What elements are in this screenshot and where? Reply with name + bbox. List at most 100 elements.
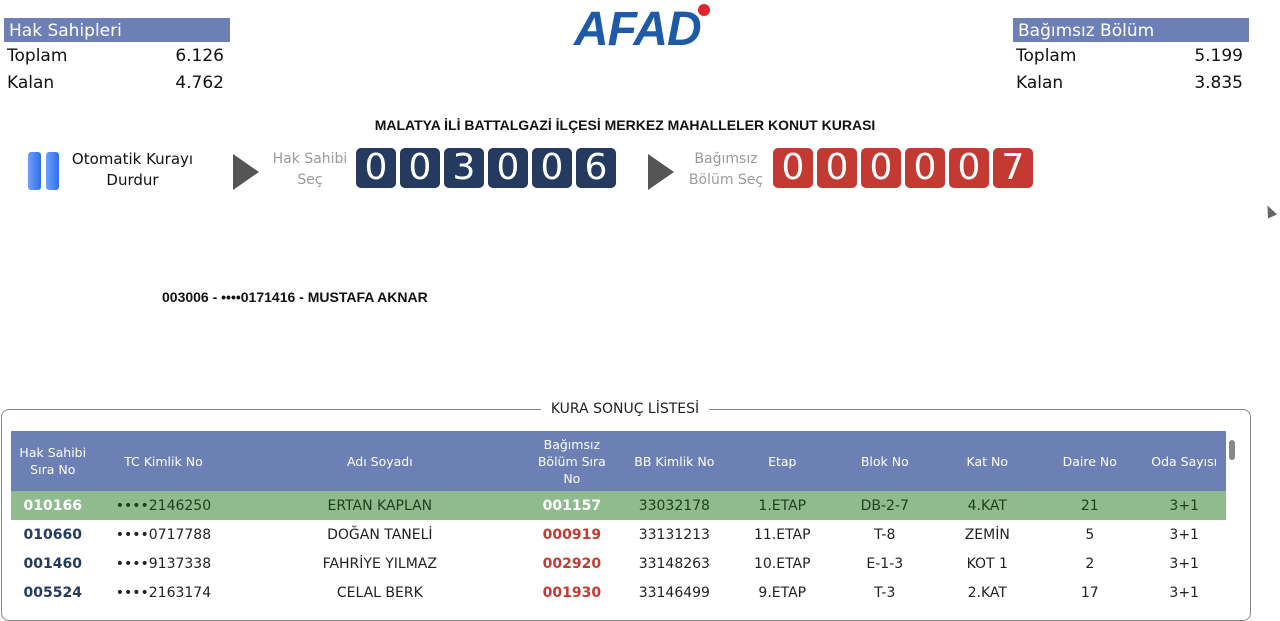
header-etap: Etap bbox=[732, 431, 833, 491]
header-hak-sira: Hak Sahibi Sıra No bbox=[11, 431, 95, 491]
table-row[interactable]: 001460 ••••9137338 FAHRİYE YILMAZ 002920… bbox=[11, 549, 1226, 578]
cell-etap: 9.ETAP bbox=[758, 584, 807, 601]
turkish-flag-icon bbox=[698, 4, 710, 16]
header-tc: TC Kimlik No bbox=[94, 431, 233, 491]
counter-digit: 0 bbox=[356, 148, 396, 188]
cell-oda: 3+1 bbox=[1169, 555, 1199, 572]
cell-kat: 2.KAT bbox=[967, 584, 1007, 601]
cell-hak-sira: 001460 bbox=[23, 555, 82, 572]
counter-digit: 3 bbox=[444, 148, 484, 188]
cell-blok: DB-2-7 bbox=[832, 491, 938, 520]
counter-digit: 6 bbox=[576, 148, 616, 188]
cell-etap: 10.ETAP bbox=[753, 555, 811, 572]
selected-beneficiary: 003006 - ••••0171416 - MUSTAFA AKNAR bbox=[162, 289, 428, 305]
hak-sahipleri-toplam-label: Toplam bbox=[7, 46, 68, 66]
cell-bb: 33146499 bbox=[638, 584, 710, 601]
cell-blok: T-3 bbox=[874, 584, 896, 601]
cell-bolum-sira: 000919 bbox=[542, 526, 602, 543]
cell-blok: E-1-3 bbox=[866, 555, 904, 572]
hak-sahibi-sec-button[interactable]: Hak Sahibi Seç bbox=[270, 149, 350, 191]
pause-icon-bar-right bbox=[46, 152, 59, 190]
hak-sahipleri-toplam-value: 6.126 bbox=[175, 46, 224, 66]
cell-bolum-sira: 001930 bbox=[542, 584, 602, 601]
counter-digit: 0 bbox=[817, 148, 857, 188]
cell-bolum-sira: 002920 bbox=[542, 555, 602, 572]
bagimsiz-bolum-title: Bağımsız Bölüm bbox=[1013, 18, 1249, 42]
hak-sahipleri-kalan-label: Kalan bbox=[7, 73, 55, 93]
mouse-cursor-icon bbox=[1262, 203, 1278, 219]
cell-bb: 33148263 bbox=[638, 555, 710, 572]
results-legend-text: KURA SONUÇ LİSTESİ bbox=[540, 401, 710, 417]
table-row[interactable]: 010166 ••••2146250 ERTAN KAPLAN 001157 3… bbox=[11, 491, 1226, 520]
table-header-row: Hak Sahibi Sıra No TC Kimlik No Adı Soya… bbox=[11, 431, 1226, 491]
bagimsiz-bolum-toplam-row: Toplam 5.199 bbox=[1013, 42, 1249, 69]
cell-daire: 21 bbox=[1037, 491, 1143, 520]
auto-draw-label[interactable]: Otomatik Kurayı Durdur bbox=[70, 149, 195, 191]
cell-tc: ••••2163174 bbox=[115, 584, 212, 601]
counter-digit: 0 bbox=[861, 148, 901, 188]
results-table: Hak Sahibi Sıra No TC Kimlik No Adı Soya… bbox=[11, 431, 1226, 607]
cell-hak-sira: 005524 bbox=[23, 584, 82, 601]
header-ad: Adı Soyadı bbox=[232, 431, 528, 491]
counter-digit: 0 bbox=[400, 148, 440, 188]
counter-digit: 0 bbox=[949, 148, 989, 188]
bagimsiz-bolum-sec-button[interactable]: Bağımsız Bölüm Seç bbox=[685, 149, 767, 191]
cell-hak-sira: 010166 bbox=[11, 491, 95, 520]
cell-kat: KOT 1 bbox=[966, 555, 1008, 572]
cell-oda: 3+1 bbox=[1169, 584, 1199, 601]
cell-blok: T-8 bbox=[874, 526, 896, 543]
hak-sahipleri-kalan-value: 4.762 bbox=[175, 73, 224, 93]
header-daire: Daire No bbox=[1037, 431, 1143, 491]
hak-sahipleri-panel: Hak Sahipleri Toplam 6.126 Kalan 4.762 bbox=[4, 18, 230, 96]
cell-bb: 33131213 bbox=[638, 526, 710, 543]
header-oda: Oda Sayısı bbox=[1142, 431, 1226, 491]
cell-daire: 5 bbox=[1085, 526, 1095, 543]
cell-oda: 3+1 bbox=[1169, 526, 1199, 543]
bagimsiz-bolum-panel: Bağımsız Bölüm Toplam 5.199 Kalan 3.835 bbox=[1013, 18, 1249, 96]
afad-logo-text: AFAD bbox=[574, 3, 702, 56]
cell-kat: 4.KAT bbox=[937, 491, 1038, 520]
results-legend: KURA SONUÇ LİSTESİ bbox=[0, 400, 1250, 418]
cell-tc: ••••0717788 bbox=[115, 526, 212, 543]
page-title: MALATYA İLİ BATTALGAZİ İLÇESİ MERKEZ MAH… bbox=[374, 117, 876, 133]
counter-digit: 0 bbox=[532, 148, 572, 188]
auto-draw-label-line1: Otomatik Kurayı bbox=[71, 150, 194, 168]
bagimsiz-bolum-counter: 0 0 0 0 0 7 bbox=[773, 148, 1033, 188]
cell-ad: CELAL BERK bbox=[336, 584, 423, 601]
hak-sahibi-counter: 0 0 3 0 0 6 bbox=[356, 148, 616, 188]
afad-logo: AFAD bbox=[574, 4, 714, 56]
table-row[interactable]: 010660 ••••0717788 DOĞAN TANELİ 000919 3… bbox=[11, 520, 1226, 549]
bagimsiz-bolum-kalan-label: Kalan bbox=[1016, 73, 1064, 93]
arrow-right-icon bbox=[233, 154, 259, 190]
cell-tc: ••••9137338 bbox=[115, 555, 212, 572]
hak-sahipleri-toplam-row: Toplam 6.126 bbox=[4, 42, 230, 69]
cell-oda: 3+1 bbox=[1142, 491, 1226, 520]
bagimsiz-bolum-sec-line2: Bölüm Seç bbox=[688, 172, 764, 188]
table-row[interactable]: 005524 ••••2163174 CELAL BERK 001930 331… bbox=[11, 578, 1226, 607]
arrow-right-icon bbox=[648, 154, 674, 190]
results-scrollbar[interactable] bbox=[1229, 440, 1235, 460]
cell-ad: DOĞAN TANELİ bbox=[327, 526, 433, 543]
hak-sahipleri-title: Hak Sahipleri bbox=[4, 18, 230, 42]
hak-sahibi-sec-line1: Hak Sahibi bbox=[272, 151, 348, 167]
cell-bb: 33032178 bbox=[616, 491, 733, 520]
pause-icon-bar-left bbox=[28, 152, 41, 190]
cell-daire: 17 bbox=[1080, 584, 1099, 601]
cell-ad: ERTAN KAPLAN bbox=[232, 491, 528, 520]
counter-digit: 7 bbox=[993, 148, 1033, 188]
bagimsiz-bolum-kalan-row: Kalan 3.835 bbox=[1013, 69, 1249, 96]
cell-bolum-sira: 001157 bbox=[527, 491, 617, 520]
cell-ad: FAHRİYE YILMAZ bbox=[322, 555, 437, 572]
header-bb: BB Kimlik No bbox=[616, 431, 733, 491]
bagimsiz-bolum-kalan-value: 3.835 bbox=[1194, 73, 1243, 93]
header-kat: Kat No bbox=[937, 431, 1038, 491]
counter-digit: 0 bbox=[905, 148, 945, 188]
pause-auto-draw-button[interactable] bbox=[28, 152, 62, 190]
header-blok: Blok No bbox=[832, 431, 938, 491]
cell-hak-sira: 010660 bbox=[23, 526, 82, 543]
header-bolum-sira: Bağımsız Bölüm Sıra No bbox=[527, 431, 617, 491]
bagimsiz-bolum-toplam-value: 5.199 bbox=[1194, 46, 1243, 66]
cell-kat: ZEMİN bbox=[964, 526, 1010, 543]
hak-sahibi-sec-line2: Seç bbox=[297, 172, 323, 188]
bagimsiz-bolum-toplam-label: Toplam bbox=[1016, 46, 1077, 66]
